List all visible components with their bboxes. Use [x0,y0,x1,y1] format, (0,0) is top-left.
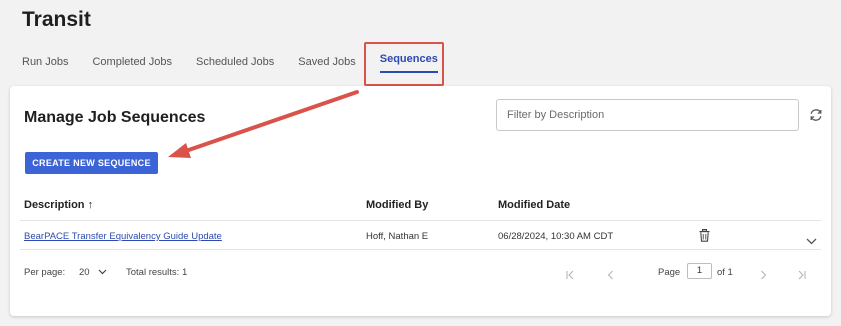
app-title: Transit [22,8,91,31]
next-page-icon[interactable] [760,267,767,285]
first-page-icon[interactable] [566,267,575,285]
previous-page-icon[interactable] [607,267,614,285]
row-modified-by: Hoff, Nathan E [366,231,429,242]
page-title: Manage Job Sequences [24,109,206,126]
column-header-modified-by[interactable]: Modified By [366,199,428,211]
filter-description-input[interactable] [496,99,799,131]
total-results: Total results: 1 [126,267,188,278]
page-count: of 1 [717,267,733,278]
column-header-description[interactable]: Description ↑ [24,199,93,211]
tab-run-jobs[interactable]: Run Jobs [22,56,68,68]
annotation-highlight-box [364,42,444,86]
create-new-sequence-button[interactable]: CREATE NEW SEQUENCE [25,152,158,174]
tab-completed-jobs[interactable]: Completed Jobs [92,56,172,68]
row-modified-date: 06/28/2024, 10:30 AM CDT [498,231,614,242]
trash-icon[interactable] [699,229,710,247]
refresh-icon[interactable] [808,107,824,123]
tab-saved-jobs[interactable]: Saved Jobs [298,56,355,68]
chevron-down-icon [98,270,107,275]
sequences-card: Manage Job Sequences CREATE NEW SEQUENCE… [10,86,831,316]
tab-scheduled-jobs[interactable]: Scheduled Jobs [196,56,274,68]
per-page-label: Per page: [24,267,66,278]
column-header-modified-date[interactable]: Modified Date [498,199,570,211]
chevron-down-icon[interactable] [806,232,817,250]
header-divider [20,220,821,221]
row-description-link[interactable]: BearPACE Transfer Equivalency Guide Upda… [24,231,222,242]
per-page-select[interactable]: 20 [79,267,107,278]
row-divider [20,249,821,250]
page-number-input[interactable]: 1 [687,263,712,279]
page-label: Page [658,267,681,278]
last-page-icon[interactable] [797,267,806,285]
per-page-value: 20 [79,267,90,278]
